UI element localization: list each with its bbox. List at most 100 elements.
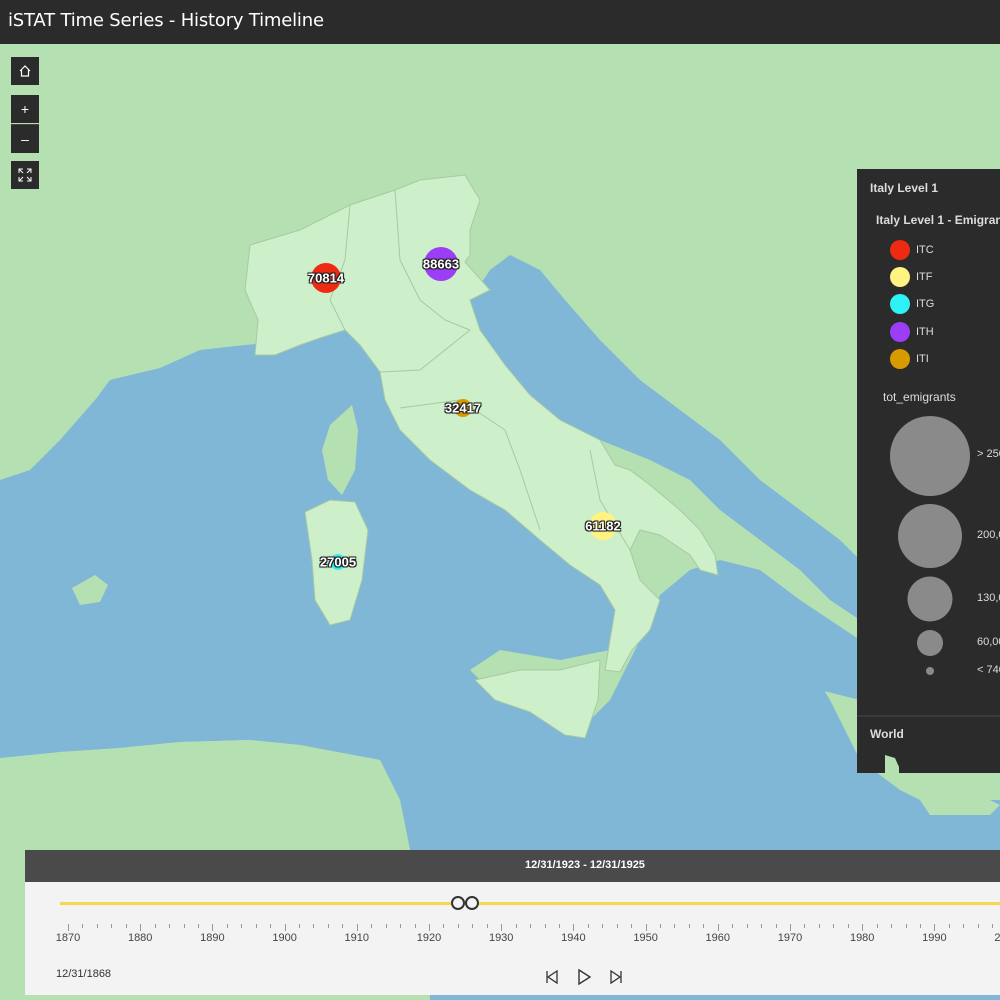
time-slider-tick-label: 1920 [416, 932, 442, 944]
time-slider-tick [284, 924, 286, 931]
time-extent-label: 12/31/1923 - 12/31/1925 [525, 859, 645, 871]
time-slider-tick [948, 924, 950, 928]
time-slider-tick [558, 924, 560, 928]
time-slider-tick-label: 2000 [994, 932, 1000, 944]
time-slider-tick [270, 924, 272, 928]
time-slider-tick [544, 924, 546, 928]
previous-button[interactable] [541, 966, 563, 988]
time-slider-tick [573, 924, 575, 931]
legend-size-field: tot_emigrants [883, 390, 956, 404]
time-slider-tick [804, 924, 806, 928]
time-slider-tick [992, 924, 994, 928]
legend-layer-title: Italy Level 1 [870, 181, 939, 195]
time-slider-tick [876, 924, 878, 928]
app-header: iSTAT Time Series - History Timeline [0, 0, 1000, 44]
time-slider-tick [429, 924, 430, 931]
time-slider-tick [515, 924, 517, 928]
bubble-label-ith: 88663 [422, 256, 460, 272]
time-slider-tick [934, 924, 936, 931]
time-slider-tick [674, 924, 676, 928]
time-slider-tick [140, 924, 142, 931]
time-slider-tick-label: 1890 [200, 932, 225, 944]
time-slider-tick [616, 924, 618, 928]
time-slider-tick [790, 924, 791, 931]
legend-size-label-5: < 7400 [977, 664, 1000, 676]
time-slider-tick-label: 1970 [777, 932, 803, 944]
time-slider-tick [414, 924, 416, 928]
legend-label-itg: ITG [916, 298, 935, 310]
time-slider-tick [111, 924, 113, 928]
time-slider-tick [457, 924, 459, 928]
legend-size-label-2: 200,000 [977, 529, 1000, 541]
time-slider: 12/31/1923 - 12/31/1925 12/31/1868 1870 1… [25, 850, 1000, 995]
time-slider-tick [862, 924, 864, 931]
time-slider-tick [645, 924, 647, 931]
legend-world-title: World [870, 727, 904, 741]
time-slider-tick [212, 924, 214, 931]
time-slider-tick [197, 924, 199, 928]
time-slider-tick [891, 924, 893, 928]
time-slider-tick [905, 924, 907, 928]
legend-swatch-itf [890, 267, 910, 287]
world-swatch [885, 755, 899, 773]
zoom-in-button[interactable]: + [11, 95, 39, 123]
home-button[interactable] [11, 57, 39, 85]
zoom-in-icon: + [20, 101, 30, 117]
time-slider-tick-label: 1880 [127, 932, 153, 944]
time-slider-thumb-start[interactable] [451, 896, 465, 910]
time-slider-tick [327, 924, 329, 928]
time-slider-tick [919, 924, 921, 928]
previous-icon [546, 969, 558, 985]
next-icon [610, 969, 622, 985]
time-slider-tick [472, 924, 474, 928]
legend-size-label-1: > 250,000 [977, 448, 1000, 460]
time-slider-tick [125, 924, 127, 928]
time-slider-tick [241, 924, 243, 928]
time-slider-tick [847, 924, 849, 928]
legend-label-itc: ITC [916, 244, 934, 256]
bubble-label-itc: 70814 [307, 270, 345, 286]
time-slider-thumb-end[interactable] [465, 896, 479, 910]
time-slider-tick [154, 924, 156, 928]
time-slider-tick [732, 924, 734, 928]
time-slider-tick [342, 924, 344, 928]
next-button[interactable] [605, 966, 627, 988]
legend-size-circle-1 [890, 416, 970, 496]
time-slider-tick [96, 924, 98, 928]
time-slider-tick-label: 1900 [272, 932, 297, 944]
legend-swatch-iti [890, 349, 910, 369]
time-slider-tick [486, 924, 488, 928]
time-slider-header: 12/31/1923 - 12/31/1925 [25, 850, 1000, 882]
time-slider-tick-label: 1870 [55, 932, 81, 944]
legend-size-label-3: 130,000 [977, 592, 1000, 604]
time-slider-tick-label: 1930 [488, 932, 514, 944]
legend-size-label-4: 60,000 [977, 636, 1000, 648]
time-slider-tick [530, 924, 532, 928]
legend-label-ith: ITH [916, 326, 934, 338]
time-slider-tick [703, 924, 705, 928]
zoom-out-button[interactable]: – [11, 124, 39, 153]
time-slider-tick [400, 924, 402, 928]
time-slider-tick [255, 924, 257, 928]
fullscreen-button[interactable] [11, 161, 39, 189]
time-slider-tick [963, 924, 965, 928]
time-slider-tick [688, 924, 690, 928]
play-icon [578, 968, 592, 986]
legend-swatch-itg [890, 294, 910, 314]
expand-icon [18, 168, 32, 182]
time-slider-tick [313, 924, 315, 928]
play-button[interactable] [573, 966, 595, 988]
legend-panel: Italy Level 1 Italy Level 1 - Emigrants … [857, 169, 1000, 773]
legend-label-itf: ITF [916, 271, 933, 283]
zoom-out-icon: – [21, 131, 29, 147]
time-slider-tick [385, 924, 387, 928]
time-slider-tick-label: 1990 [922, 932, 947, 944]
legend-swatch-itc [890, 240, 910, 260]
time-slider-tick [660, 924, 662, 928]
legend-layer-subtitle: Italy Level 1 - Emigrants [876, 213, 1000, 227]
time-slider-tick [587, 924, 589, 928]
time-slider-track[interactable] [60, 902, 1000, 905]
app-title: iSTAT Time Series - History Timeline [8, 10, 324, 31]
bubble-label-itg: 27005 [319, 554, 357, 570]
time-slider-tick-label: 1940 [561, 932, 586, 944]
